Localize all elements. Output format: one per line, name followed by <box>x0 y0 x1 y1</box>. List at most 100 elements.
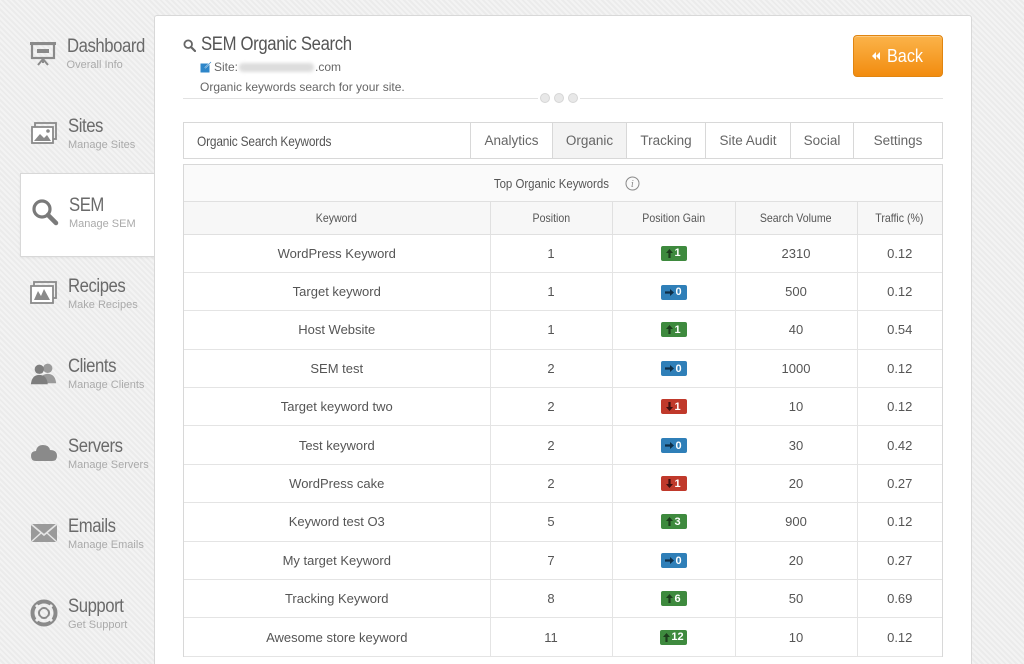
sidebar-item-subtitle: Make Recipes <box>68 299 138 311</box>
table-row[interactable]: Target keyword 1 0 500 0.12 <box>184 272 942 312</box>
gain-value: 0 <box>675 362 682 375</box>
cell-position-gain: 1 <box>612 387 736 427</box>
tab-settings[interactable]: Settings <box>853 123 942 158</box>
cell-traffic: 0.42 <box>857 425 942 465</box>
cell-position-gain: 0 <box>612 272 736 312</box>
table-row[interactable]: WordPress cake 2 1 20 0.27 <box>184 464 942 504</box>
cell-search-volume: 40 <box>735 310 858 350</box>
gain-badge: 1 <box>660 245 687 261</box>
gain-value: 1 <box>674 323 681 336</box>
gain-badge: 0 <box>660 553 687 569</box>
tab-analytics[interactable]: Analytics <box>470 123 552 158</box>
cell-traffic: 0.12 <box>857 349 942 389</box>
sidebar-item-sites[interactable]: Sites Manage Sites <box>20 95 155 175</box>
sidebar-item-title: Recipes <box>68 276 126 297</box>
column-header-position[interactable]: Position <box>490 202 613 235</box>
cell-search-volume: 10 <box>735 387 858 427</box>
gain-badge: 12 <box>660 629 687 645</box>
table-row[interactable]: Target keyword two 2 1 10 0.12 <box>184 387 942 427</box>
cell-traffic: 0.12 <box>857 387 942 427</box>
table-body: WordPress Keyword 1 1 2310 0.12 Target keywor… <box>184 234 942 657</box>
sidebar-item-servers[interactable]: Servers Manage Servers <box>20 415 155 495</box>
sidebar-item-title: Dashboard <box>66 36 145 57</box>
sidebar-item-emails[interactable]: Emails Manage Emails <box>20 495 155 575</box>
tab-social[interactable]: Social <box>790 123 853 158</box>
table-row[interactable]: SEM test 2 0 1000 0.12 <box>184 349 942 389</box>
arrow-up-icon <box>663 632 671 642</box>
tab-site-audit[interactable]: Site Audit <box>705 123 790 158</box>
sidebar-item-sem[interactable]: SEM Manage SEM <box>20 173 156 257</box>
table-row[interactable]: My target Keyword 7 0 20 0.27 <box>184 541 942 581</box>
cell-position: 2 <box>490 387 613 427</box>
cell-keyword: SEM test <box>184 349 491 389</box>
cell-search-volume: 2310 <box>735 234 858 273</box>
site-domain-redacted <box>239 62 315 72</box>
column-header-traffic[interactable]: Traffic (%) <box>857 202 942 235</box>
info-icon[interactable]: i <box>625 176 640 191</box>
cell-keyword: WordPress cake <box>184 464 491 504</box>
sidebar-item-recipes[interactable]: Recipes Make Recipes <box>20 255 155 335</box>
arrow-right-icon <box>665 557 675 565</box>
arrow-right-icon <box>665 442 675 450</box>
table-row[interactable]: Host Website 1 1 40 0.54 <box>184 310 942 350</box>
cell-search-volume: 50 <box>735 579 858 619</box>
cell-search-volume: 20 <box>735 541 858 581</box>
arrow-up-icon <box>666 248 674 258</box>
arrow-down-icon <box>666 402 674 412</box>
cell-position: 11 <box>490 617 613 657</box>
table-row[interactable]: Tracking Keyword 8 6 50 0.69 <box>184 579 942 619</box>
column-header-search-volume[interactable]: Search Volume <box>735 202 858 235</box>
pager-dot[interactable] <box>554 93 564 103</box>
arrow-up-icon <box>666 594 674 604</box>
table-row[interactable]: Keyword test O3 5 3 900 0.12 <box>184 502 942 542</box>
sidebar-item-title: Support <box>68 596 124 617</box>
cell-search-volume: 1000 <box>735 349 858 389</box>
cell-position: 5 <box>490 502 613 542</box>
gain-badge: 0 <box>660 284 687 300</box>
cell-search-volume: 30 <box>735 425 858 465</box>
cell-traffic: 0.27 <box>857 541 942 581</box>
page-header: SEM Organic Search Site: .com Organic ke… <box>183 34 405 94</box>
tab-bar-title: Organic Search Keywords <box>184 123 470 158</box>
cell-keyword: Awesome store keyword <box>184 617 491 657</box>
external-link-icon[interactable] <box>200 61 212 73</box>
search-icon <box>183 38 196 52</box>
tab-tracking[interactable]: Tracking <box>626 123 705 158</box>
sidebar-item-clients[interactable]: Clients Manage Clients <box>20 335 155 415</box>
cell-traffic: 0.69 <box>857 579 942 619</box>
table-row[interactable]: Awesome store keyword 11 12 10 0.12 <box>184 617 942 657</box>
envelope-icon <box>30 519 58 547</box>
cell-position: 2 <box>490 349 613 389</box>
gain-badge: 1 <box>660 322 687 338</box>
cell-search-volume: 900 <box>735 502 858 542</box>
gain-badge: 0 <box>660 361 687 377</box>
cell-keyword: Test keyword <box>184 425 491 465</box>
back-button[interactable]: Back <box>853 35 943 77</box>
cloud-icon <box>30 439 58 467</box>
table-row[interactable]: Test keyword 2 0 30 0.42 <box>184 425 942 465</box>
sidebar-item-subtitle: Manage Clients <box>68 379 145 391</box>
pager-dot[interactable] <box>568 93 578 103</box>
gain-badge: 0 <box>660 438 687 454</box>
magnifier-icon <box>31 198 59 226</box>
cell-position: 1 <box>490 272 613 312</box>
pager-dot[interactable] <box>540 93 550 103</box>
tab-bar: Organic Search Keywords Analytics Organi… <box>183 122 943 159</box>
column-header-position-gain[interactable]: Position Gain <box>612 202 736 235</box>
users-icon <box>30 359 58 387</box>
sidebar-item-dashboard[interactable]: Dashboard Overall Info <box>20 15 155 95</box>
sidebar-item-subtitle: Manage Sites <box>68 139 136 151</box>
column-header-keyword[interactable]: Keyword <box>184 202 491 235</box>
gain-badge: 1 <box>660 399 687 415</box>
cell-keyword: Target keyword two <box>184 387 491 427</box>
sidebar-item-support[interactable]: Support Get Support <box>20 575 155 655</box>
site-line: Site: .com <box>200 60 405 74</box>
arrow-down-icon <box>666 479 674 489</box>
table-row[interactable]: WordPress Keyword 1 1 2310 0.12 <box>184 234 942 273</box>
sidebar-item-subtitle: Get Support <box>68 619 128 631</box>
cell-position: 7 <box>490 541 613 581</box>
tab-organic[interactable]: Organic <box>552 123 626 158</box>
keywords-table: Top Organic Keywords i Keyword Position … <box>183 164 943 657</box>
gain-value: 6 <box>674 592 681 605</box>
arrow-right-icon <box>665 288 675 296</box>
